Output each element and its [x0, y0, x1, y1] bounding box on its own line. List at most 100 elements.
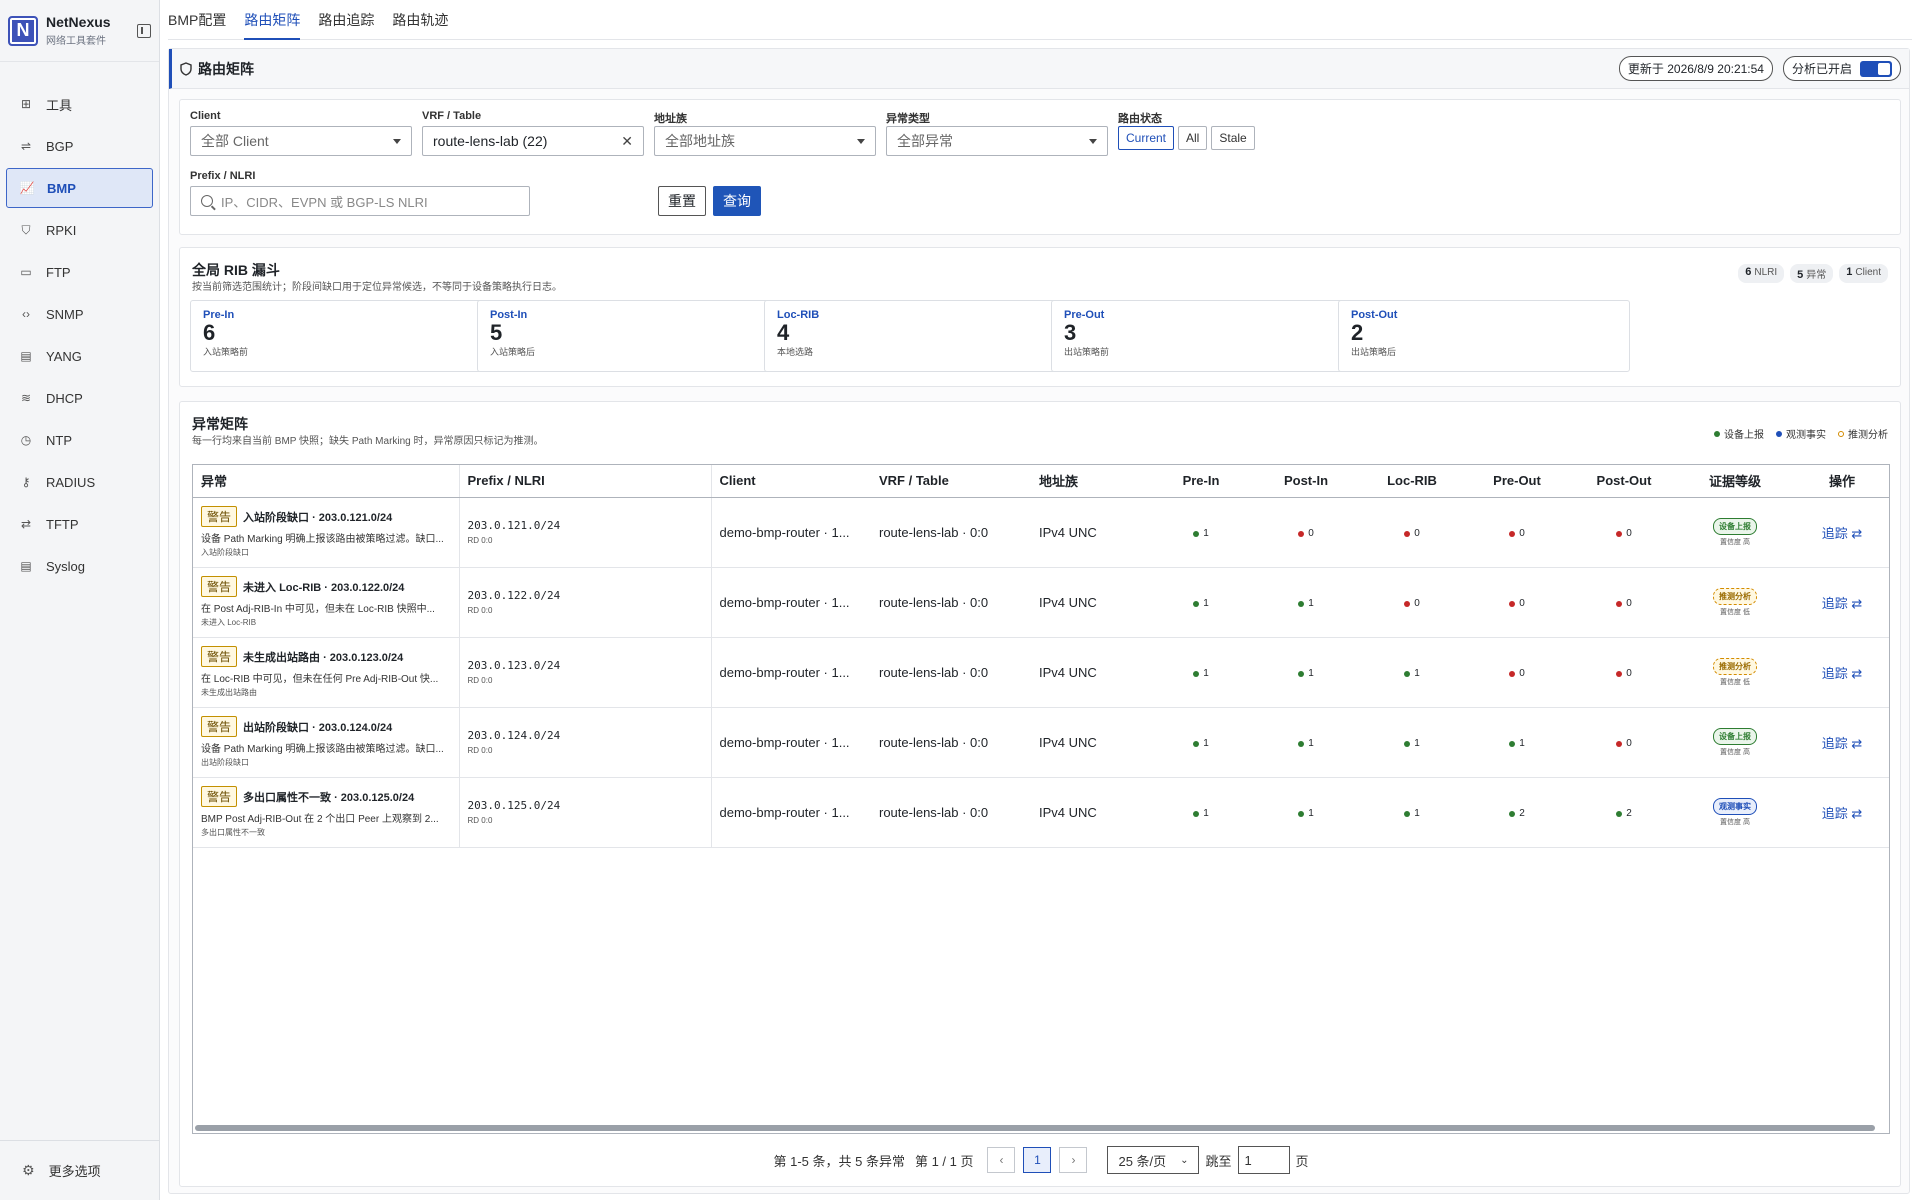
anomaly-tag: 多出口属性不一致 — [201, 828, 265, 837]
horizontal-scrollbar[interactable] — [195, 1125, 1875, 1131]
af-cell: IPv4 UNC — [1031, 567, 1151, 638]
route-icon: ⇌ — [20, 139, 32, 153]
matrix-title: 异常矩阵 — [192, 416, 248, 432]
stage-count: 1 — [1203, 808, 1209, 819]
warning-badge: 警告 — [201, 786, 238, 807]
trace-link[interactable]: 追踪 ⇄ — [1822, 596, 1863, 611]
green-dot-icon — [1404, 740, 1411, 747]
anomaly-desc: 设备 Path Marking 明确上报该路由被策略过滤。缺口... — [201, 534, 444, 545]
state-current-button[interactable]: Current — [1118, 126, 1175, 150]
sidebar-item-tools[interactable]: ⊞ 工具 — [6, 84, 153, 124]
sidebar-item-rpki[interactable]: ⛉ RPKI — [6, 210, 153, 250]
next-page-button[interactable]: › — [1059, 1147, 1088, 1173]
tab-bmp-config[interactable]: BMP配置 — [168, 0, 226, 40]
column-header: Pre-In — [1151, 465, 1251, 498]
stage-count-cell: 0 — [1251, 497, 1361, 568]
vrf-select[interactable]: route-lens-lab (22) ✕ — [422, 126, 644, 156]
sidebar-item-ntp[interactable]: ◷ NTP — [6, 420, 153, 460]
wifi-icon: ≋ — [20, 391, 32, 405]
rd-value: RD 0:0 — [467, 746, 493, 755]
sidebar-collapse-icon[interactable] — [137, 23, 151, 38]
state-stale-button[interactable]: Stale — [1211, 126, 1255, 150]
prefix-cell: 203.0.125.0/24 RD 0:0 — [459, 777, 712, 848]
file-icon: ▤ — [20, 349, 32, 363]
sidebar-item-syslog[interactable]: ▤ Syslog — [6, 546, 153, 586]
sidebar-item-snmp[interactable]: ‹› SNMP — [6, 294, 153, 334]
client-select[interactable]: 全部 Client — [190, 126, 412, 156]
anomaly-desc: 在 Loc-RIB 中可见，但未在任何 Pre Adj-RIB-Out 快... — [201, 674, 439, 685]
stage-count-cell: 1 — [1151, 497, 1251, 568]
stage-count-cell: 1 — [1151, 637, 1251, 708]
table-row[interactable]: 警告 未生成出站路由 · 203.0.123.0/24 在 Loc-RIB 中可见，… — [193, 637, 1889, 708]
anomaly-select[interactable]: 全部异常 — [886, 126, 1108, 156]
analysis-toggle-pill[interactable]: 分析已开启 — [1782, 56, 1901, 81]
trace-link[interactable]: 追踪 ⇄ — [1822, 736, 1863, 751]
trace-link[interactable]: 追踪 ⇄ — [1822, 806, 1863, 821]
sidebar-item-yang[interactable]: ▤ YANG — [6, 336, 153, 376]
prev-page-button[interactable]: ‹ — [987, 1147, 1016, 1173]
af-select[interactable]: 全部地址族 — [654, 126, 876, 156]
evidence-badge: 设备上报 — [1713, 728, 1757, 745]
stage-value: 4 — [777, 320, 790, 345]
brand-name: NetNexus — [46, 14, 111, 30]
red-dot-icon — [1616, 670, 1623, 677]
table-row[interactable]: 警告 入站阶段缺口 · 203.0.121.0/24 设备 Path Marking… — [193, 497, 1889, 568]
prefix-search-input[interactable]: IP、CIDR、EVPN 或 BGP-LS NLRI — [190, 186, 530, 216]
tab-route-trace[interactable]: 路由追踪 — [318, 0, 374, 40]
column-header: Pre-Out — [1463, 465, 1571, 498]
page-1-button[interactable]: 1 — [1023, 1147, 1052, 1173]
sidebar-item-tftp[interactable]: ⇄ TFTP — [6, 504, 153, 544]
stage-count: 0 — [1414, 598, 1420, 609]
stage-count-cell: 1 — [1251, 567, 1361, 638]
anomaly-title: 多出口属性不一致 · 203.0.125.0/24 — [243, 791, 415, 804]
column-header: Client — [711, 465, 871, 498]
query-button[interactable]: 查询 — [713, 186, 761, 216]
action-cell: 追踪 ⇄ — [1793, 567, 1889, 638]
trace-link[interactable]: 追踪 ⇄ — [1822, 526, 1863, 541]
tab-route-trajectory[interactable]: 路由轨迹 — [392, 0, 448, 40]
sidebar-item-radius[interactable]: ⚷ RADIUS — [6, 462, 153, 502]
tab-route-matrix[interactable]: 路由矩阵 — [244, 0, 301, 40]
state-all-button[interactable]: All — [1178, 126, 1208, 150]
trace-link[interactable]: 追踪 ⇄ — [1822, 666, 1863, 681]
prefix-value: 203.0.121.0/24 — [467, 519, 561, 532]
stage-count: 2 — [1519, 808, 1525, 819]
stage-value: 3 — [1064, 320, 1077, 345]
rd-value: RD 0:0 — [467, 816, 493, 825]
reset-button[interactable]: 重置 — [658, 186, 706, 216]
stage-count: 0 — [1626, 738, 1632, 749]
clear-icon[interactable]: ✕ — [621, 133, 633, 150]
green-dot-icon — [1509, 810, 1516, 817]
sidebar-item-ftp[interactable]: ▭ FTP — [6, 252, 153, 292]
stage-count: 1 — [1414, 808, 1420, 819]
stage-count: 0 — [1626, 668, 1632, 679]
sidebar-item-dhcp[interactable]: ≋ DHCP — [6, 378, 153, 418]
action-cell: 追踪 ⇄ — [1793, 707, 1889, 778]
sidebar-item-label: SNMP — [46, 306, 84, 322]
stage-count-cell: 1 — [1361, 707, 1463, 778]
analysis-toggle[interactable] — [1860, 60, 1892, 77]
brand: N NetNexus 网络工具套件 — [0, 0, 159, 62]
chevron-down-icon: ⌄ — [1180, 1154, 1189, 1166]
stage-desc: 出站策略后 — [1351, 347, 1397, 357]
page-size-select[interactable]: 25 条/页 ⌄ — [1107, 1146, 1200, 1174]
prefix-cell: 203.0.124.0/24 RD 0:0 — [459, 707, 712, 778]
more-options-button[interactable]: ⚙ 更多选项 — [0, 1140, 159, 1200]
funnel-stage: Pre-Out 3 出站策略前 — [1051, 300, 1343, 372]
stage-count-cell: 2 — [1463, 777, 1571, 848]
sidebar-item-bgp[interactable]: ⇌ BGP — [6, 126, 153, 166]
evidence-cell: 观测事实 置信度 高 — [1677, 777, 1793, 848]
sidebar-item-label: BGP — [46, 138, 74, 154]
sidebar-item-bmp[interactable]: 📈 BMP — [6, 168, 153, 208]
table-row[interactable]: 警告 未进入 Loc-RIB · 203.0.122.0/24 在 Post Adj… — [193, 567, 1889, 638]
green-dot-icon — [1298, 670, 1305, 677]
table-row[interactable]: 警告 出站阶段缺口 · 203.0.124.0/24 设备 Path Marking… — [193, 707, 1889, 778]
vrf-cell: route-lens-lab · 0:0 — [871, 567, 1031, 638]
warning-badge: 警告 — [201, 646, 238, 667]
green-dot-icon — [1616, 810, 1623, 817]
table-row[interactable]: 警告 多出口属性不一致 · 203.0.125.0/24 BMP Post Adj-… — [193, 777, 1889, 848]
jump-page-input[interactable]: 1 — [1237, 1146, 1290, 1174]
sidebar-item-label: TFTP — [46, 516, 79, 532]
jump-label: 跳至 — [1205, 1153, 1232, 1169]
green-dot-icon — [1193, 810, 1200, 817]
